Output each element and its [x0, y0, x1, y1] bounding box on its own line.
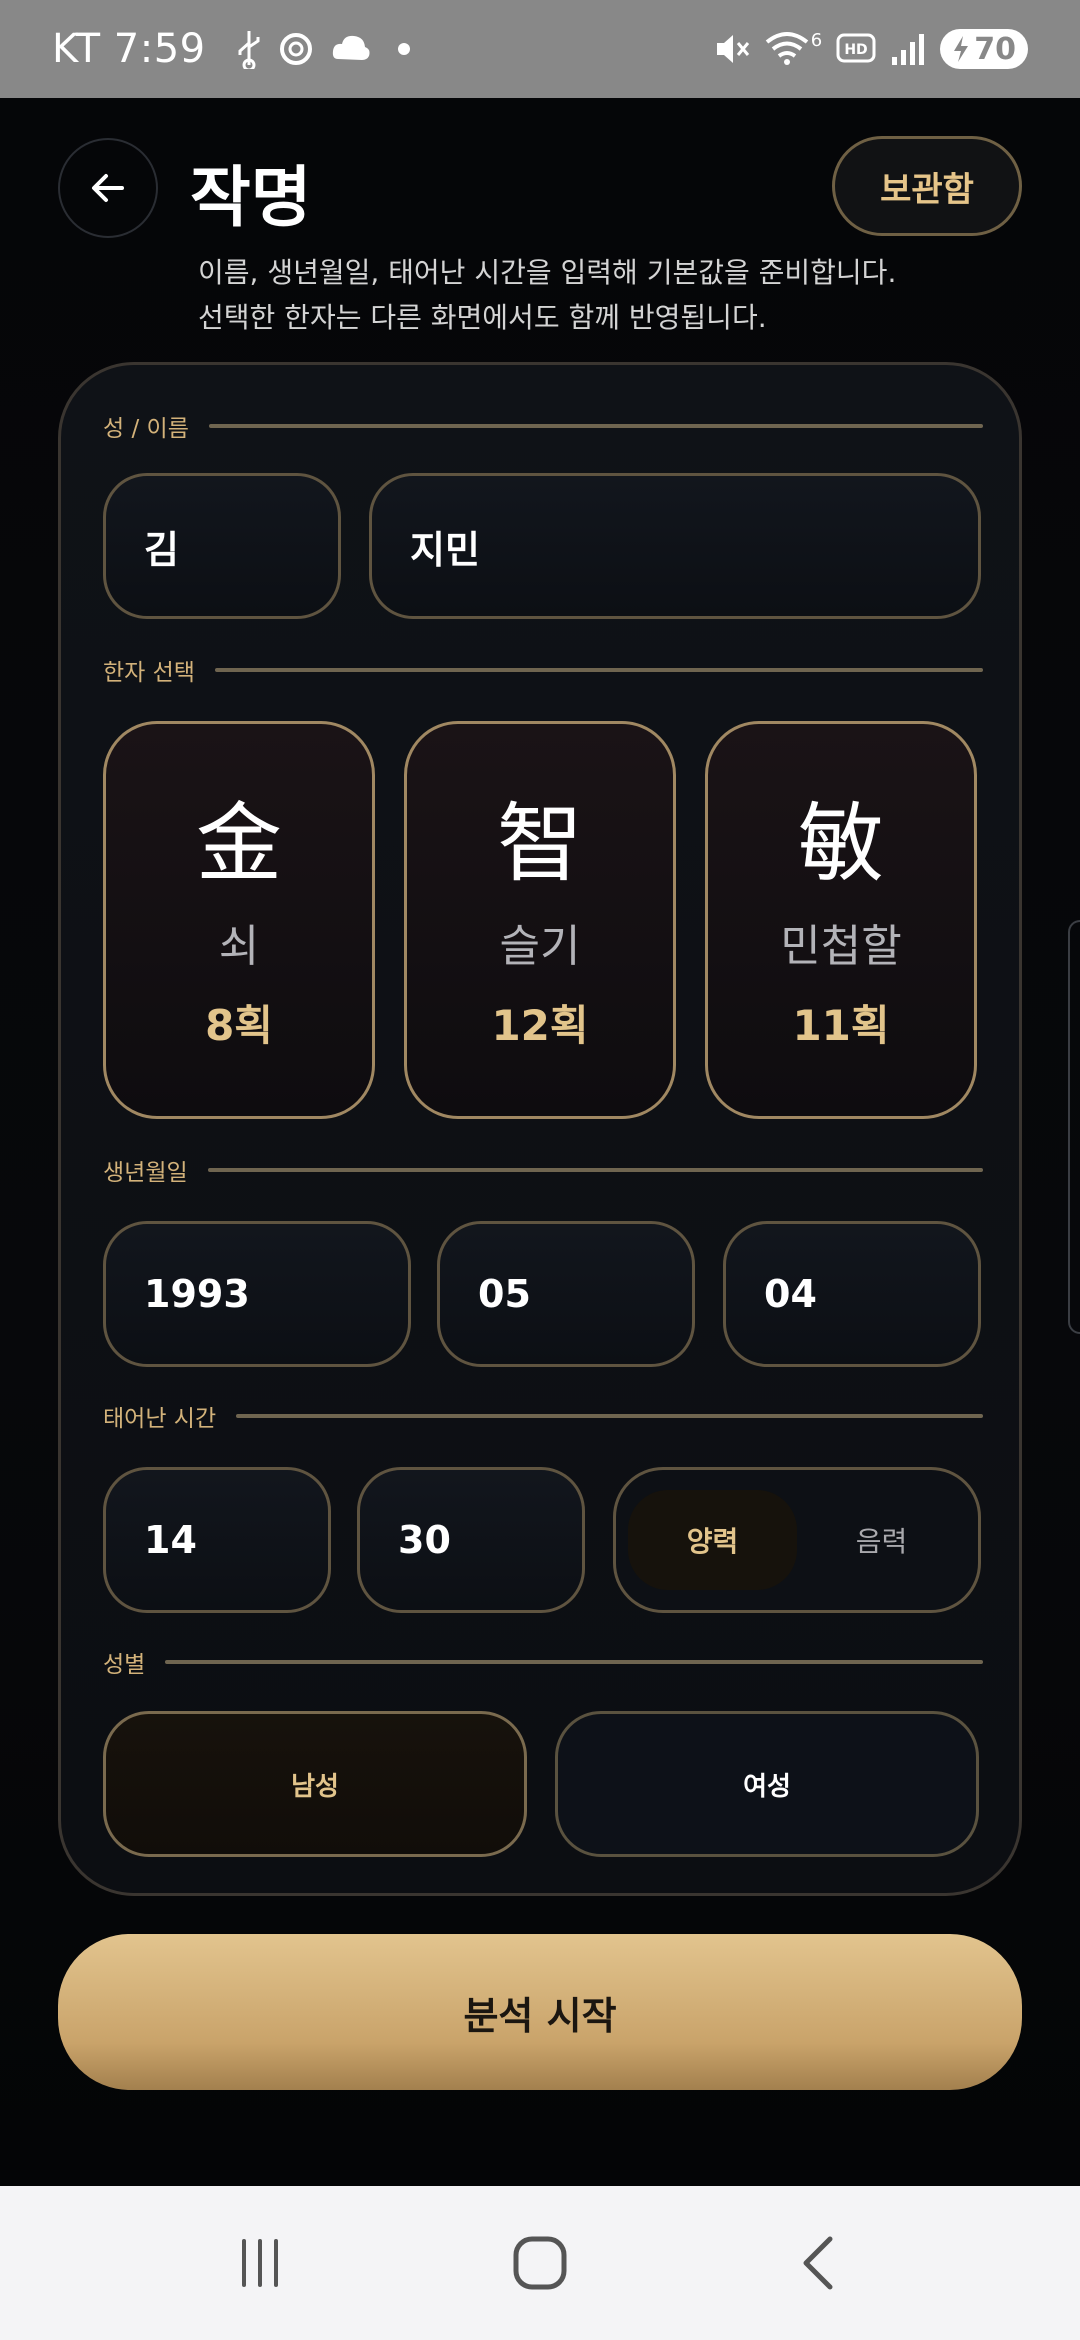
hanja-section-label: 한자 선택 [103, 653, 983, 687]
back-nav-icon[interactable] [790, 2233, 850, 2293]
hanja-section-text: 한자 선택 [103, 660, 195, 686]
birthdate-section-text: 생년월일 [103, 1160, 188, 1186]
gender-female-button[interactable]: 여성 [555, 1711, 979, 1857]
name-section-label: 성 / 이름 [103, 409, 983, 443]
solar-calendar-option[interactable]: 양력 [628, 1490, 797, 1590]
charging-bolt-icon [954, 36, 969, 62]
description-line-2: 선택한 한자는 다른 화면에서도 함께 반영됩니다. [198, 301, 767, 334]
lunar-calendar-option[interactable]: 음력 [797, 1490, 966, 1590]
system-nav-bar [0, 2186, 1080, 2340]
hanja-option-1[interactable]: 金 쇠 8획 [103, 721, 375, 1119]
arrow-left-icon [92, 174, 124, 202]
input-form-card: 성 / 이름 김 지민 한자 선택 金 쇠 8획 智 슬기 12획 敏 민첩할 … [58, 362, 1022, 1896]
hanja-meaning: 민첩할 [780, 921, 902, 972]
given-name-input[interactable]: 지민 [369, 473, 981, 619]
clock: 7:59 [113, 26, 206, 72]
more-notifications-dot [397, 43, 410, 55]
app-screen: 작명 보관함 이름, 생년월일, 태어난 시간을 입력해 기본값을 준비합니다.… [0, 98, 1080, 2186]
signal-icon [892, 34, 925, 65]
back-button[interactable] [58, 138, 158, 238]
usb-icon [238, 31, 260, 69]
hanja-stroke-count: 8획 [205, 1001, 273, 1050]
page-description: 이름, 생년월일, 태어난 시간을 입력해 기본값을 준비합니다. 선택한 한자… [198, 250, 896, 340]
hanja-stroke-count: 12획 [491, 1001, 589, 1050]
birthdate-section-label: 생년월일 [103, 1153, 983, 1187]
edge-panel-handle[interactable] [1068, 920, 1080, 1334]
notification-icons [236, 29, 410, 69]
gender-section-label: 성별 [103, 1645, 983, 1679]
section-divider [214, 668, 983, 672]
hanja-option-3[interactable]: 敏 민첩할 11획 [705, 721, 977, 1119]
hd-voice-icon: HD [836, 33, 876, 63]
system-icons: 6 HD 70 [713, 29, 1028, 69]
description-line-1: 이름, 생년월일, 태어난 시간을 입력해 기본값을 준비합니다. [198, 256, 897, 289]
birth-year-input[interactable]: 1993 [103, 1221, 411, 1367]
birth-minute-input[interactable]: 30 [357, 1467, 585, 1613]
battery-indicator: 70 [940, 29, 1028, 69]
calendar-type-toggle: 양력 음력 [613, 1467, 981, 1613]
hanja-meaning: 쇠 [218, 921, 260, 972]
archive-button[interactable]: 보관함 [832, 136, 1022, 236]
section-divider [207, 1168, 983, 1172]
birth-day-input[interactable]: 04 [723, 1221, 981, 1367]
birthtime-section-text: 태어난 시간 [103, 1406, 217, 1432]
wifi-icon [765, 32, 809, 65]
home-icon[interactable] [510, 2233, 570, 2293]
section-divider [236, 1414, 983, 1418]
section-divider [208, 424, 983, 428]
section-divider [165, 1660, 983, 1664]
surname-input[interactable]: 김 [103, 473, 341, 619]
carrier-label: KT [52, 26, 101, 72]
hanja-meaning: 슬기 [499, 921, 581, 972]
network-type-badge: 6 [810, 29, 823, 51]
page-title: 작명 [190, 159, 312, 236]
gender-section-text: 성별 [103, 1652, 146, 1678]
status-bar: KT 7:59 6 HD 70 [0, 0, 1080, 98]
mute-icon [716, 35, 749, 63]
cloud-icon [332, 35, 370, 60]
name-section-text: 성 / 이름 [103, 416, 189, 442]
hanja-option-2[interactable]: 智 슬기 12획 [404, 721, 676, 1119]
birth-month-input[interactable]: 05 [437, 1221, 695, 1367]
svg-text:HD: HD [845, 42, 868, 58]
hanja-character: 敏 [798, 794, 884, 894]
birthtime-section-label: 태어난 시간 [103, 1399, 983, 1433]
birth-hour-input[interactable]: 14 [103, 1467, 331, 1613]
battery-level: 70 [974, 31, 1016, 67]
gender-male-button[interactable]: 남성 [103, 1711, 527, 1857]
status-carrier-time: KT 7:59 [52, 26, 206, 72]
hanja-stroke-count: 11획 [792, 1001, 890, 1050]
recent-apps-icon[interactable] [230, 2233, 290, 2293]
hanja-character: 金 [196, 794, 282, 894]
start-analysis-button[interactable]: 분석 시작 [58, 1934, 1022, 2090]
hanja-character: 智 [497, 794, 583, 894]
chatgpt-icon [279, 33, 312, 65]
